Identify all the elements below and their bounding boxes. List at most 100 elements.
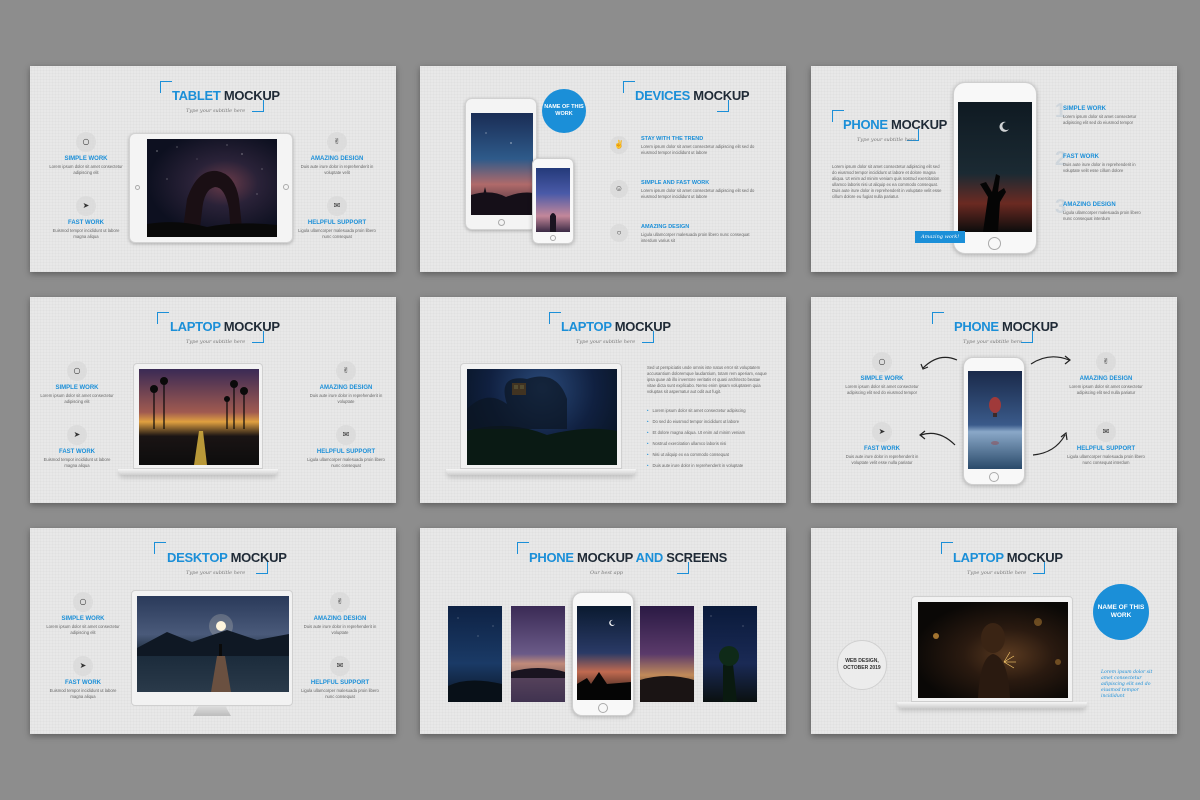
tablet-screen-image: [471, 113, 533, 215]
paper-plane-icon: ➤: [67, 425, 87, 445]
feature-amazing-design: ✌ AMAZING DESIGN Duis aute irure dolor i…: [307, 361, 385, 404]
chat-bubble-icon: ✉: [1096, 422, 1116, 442]
chat-bubble-icon: ✉: [336, 425, 356, 445]
screen-thumbnail[interactable]: [448, 606, 502, 702]
laptop-base: [897, 702, 1087, 708]
title-bracket: [932, 312, 944, 324]
lightbulb-icon: ○: [73, 592, 93, 612]
curved-arrow-icon: [1032, 431, 1068, 456]
slide-title: DESKTOP MOCKUP: [167, 550, 287, 565]
title-bracket: [157, 312, 169, 324]
paper-plane-icon: ➤: [73, 656, 93, 676]
laptop-screen-image: [918, 602, 1068, 698]
tablet-device: [129, 133, 293, 243]
slide-subtitle: Type your subtitle here: [186, 339, 246, 345]
slide-phone-mockup-arrows[interactable]: PHONE MOCKUP Type your subtitle here ○ S…: [811, 297, 1177, 503]
feature-amazing-design: ✌ AMAZING DESIGN Duis aute irure dolor i…: [298, 132, 376, 175]
feature-amazing-design: ✌ AMAZING DESIGN Lorem ipsum dolor sit a…: [1067, 352, 1145, 395]
slide-subtitle: Type your subtitle here: [857, 137, 917, 143]
laptop-device: [460, 363, 622, 469]
bullet-item: Nisi ut aliquip ex ea commodo consequat: [647, 449, 746, 460]
phone-device: [963, 357, 1025, 485]
lightbulb-icon: ○: [610, 224, 628, 242]
slide-title: LAPTOP MOCKUP: [561, 319, 671, 334]
date-badge: WEB DESIGN, OCTOBER 2019: [837, 640, 887, 690]
slide-title: PHONE MOCKUP: [954, 319, 1059, 334]
laptop-base: [446, 469, 636, 475]
slide-subtitle: Type your subtitle here: [963, 339, 1023, 345]
feature-helpful-support: ✉ HELPFUL SUPPORT Ligula ullamcorper mal…: [298, 196, 376, 239]
slide-phone-screens[interactable]: PHONE MOCKUP AND SCREENS Our best app: [420, 528, 786, 734]
bullet-item: Duis aute irure dolor in reprehenderit i…: [647, 460, 746, 471]
laptop-device: [911, 596, 1073, 702]
victory-hand-icon: ✌: [327, 132, 347, 152]
slide-title: PHONE MOCKUP: [843, 117, 948, 132]
title-bracket: [941, 542, 953, 554]
curved-arrow-icon: [919, 430, 956, 446]
title-bracket: [623, 81, 635, 93]
laptop-device: [133, 363, 263, 469]
phone-home-button: [550, 235, 556, 241]
phone-device: [572, 592, 634, 716]
chat-bubble-icon: ✉: [330, 656, 350, 676]
slide-laptop-mockup-text[interactable]: LAPTOP MOCKUP Type your subtitle here Se…: [420, 297, 786, 503]
screen-thumbnail[interactable]: [640, 606, 694, 702]
slide-subtitle: Our best app: [590, 570, 624, 576]
bullet-list: Lorem ipsum dolor sit amet consectetur a…: [647, 405, 746, 471]
desktop-screen-image: [137, 596, 289, 692]
phone-device: [532, 158, 574, 244]
feature-helpful-support: ✉ HELPFUL SUPPORT Ligula ullamcorper mal…: [307, 425, 385, 468]
desktop-stand: [193, 706, 231, 716]
feature-simple-work: ○ SIMPLE WORK Lorem ipsum dolor sit amet…: [843, 352, 921, 395]
slide-title: DEVICES MOCKUP: [635, 88, 750, 103]
slide-subtitle: Type your subtitle here: [186, 570, 246, 576]
feature-amazing-design: ✌ AMAZING DESIGN Duis aute irure dolor i…: [301, 592, 379, 635]
phone-screen-image: [536, 168, 570, 232]
bullet-item: Et dolore magna aliqua. Ut enim ad minim…: [647, 427, 746, 438]
tablet-device: [465, 98, 537, 230]
slide-body-text: Sed ut perspiciatis unde omnis iste natu…: [647, 365, 767, 394]
paper-plane-icon: ➤: [76, 196, 96, 216]
smiley-icon: ☺: [610, 180, 628, 198]
victory-hand-icon: ✌: [610, 136, 628, 154]
curved-arrow-icon: [1030, 355, 1071, 365]
slide-laptop-mockup-badges[interactable]: LAPTOP MOCKUP Type your subtitle here NA…: [811, 528, 1177, 734]
laptop-screen-image: [467, 369, 617, 465]
laptop-base: [118, 469, 278, 475]
phone-home-button: [598, 703, 608, 713]
slide-subtitle: Type your subtitle here: [576, 339, 636, 345]
work-name-badge: NAME OF THIS WORK: [1093, 584, 1149, 640]
victory-hand-icon: ✌: [330, 592, 350, 612]
tablet-home-button: [283, 184, 289, 190]
title-bracket: [549, 312, 561, 324]
feature-simple-work: ○ SIMPLE WORK Lorem ipsum dolor sit amet…: [44, 592, 122, 635]
feature-helpful-support: ✉ HELPFUL SUPPORT Ligula ullamcorper mal…: [1067, 422, 1145, 465]
slide-title: LAPTOP MOCKUP: [953, 550, 1063, 565]
lightbulb-icon: ○: [872, 352, 892, 372]
tablet-home-button: [498, 219, 505, 226]
slide-desktop-mockup[interactable]: DESKTOP MOCKUP Type your subtitle here ○…: [30, 528, 396, 734]
feature-fast-work: ➤ FAST WORK Duis aute irure dolor in rep…: [843, 422, 921, 465]
feature-simple-work: ○ SIMPLE WORK Lorem ipsum dolor sit amet…: [47, 132, 125, 175]
screen-thumbnail[interactable]: [703, 606, 757, 702]
victory-hand-icon: ✌: [1096, 352, 1116, 372]
slide-devices-mockup[interactable]: DEVICES MOCKUP NAME OF THIS WORK ✌ STAY …: [420, 66, 786, 272]
phone-screen-image: [577, 606, 631, 700]
slide-subtitle: Type your subtitle here: [186, 108, 246, 114]
victory-hand-icon: ✌: [336, 361, 356, 381]
title-bracket: [154, 542, 166, 554]
script-note: Lorem ipsum dolor sit amet consectetur a…: [1101, 670, 1153, 699]
slide-title: LAPTOP MOCKUP: [170, 319, 280, 334]
slide-subtitle: Type your subtitle here: [967, 570, 1027, 576]
slide-laptop-mockup[interactable]: LAPTOP MOCKUP Type your subtitle here ○ …: [30, 297, 396, 503]
desktop-monitor: [131, 590, 293, 706]
paper-plane-icon: ➤: [872, 422, 892, 442]
bullet-item: Nostrud exercitation ullamco laboris nis…: [647, 438, 746, 449]
phone-home-button: [988, 237, 1001, 250]
bullet-item: Do sed do eiusmod tempor incididunt ut l…: [647, 416, 746, 427]
slide-tablet-mockup[interactable]: TABLET MOCKUP Type your subtitle here ○ …: [30, 66, 396, 272]
amazing-work-tag: Amazing work!: [915, 231, 966, 243]
screen-thumbnail[interactable]: [511, 606, 565, 702]
slide-phone-mockup[interactable]: PHONE MOCKUP Type your subtitle here Lor…: [811, 66, 1177, 272]
title-bracket: [517, 542, 529, 554]
